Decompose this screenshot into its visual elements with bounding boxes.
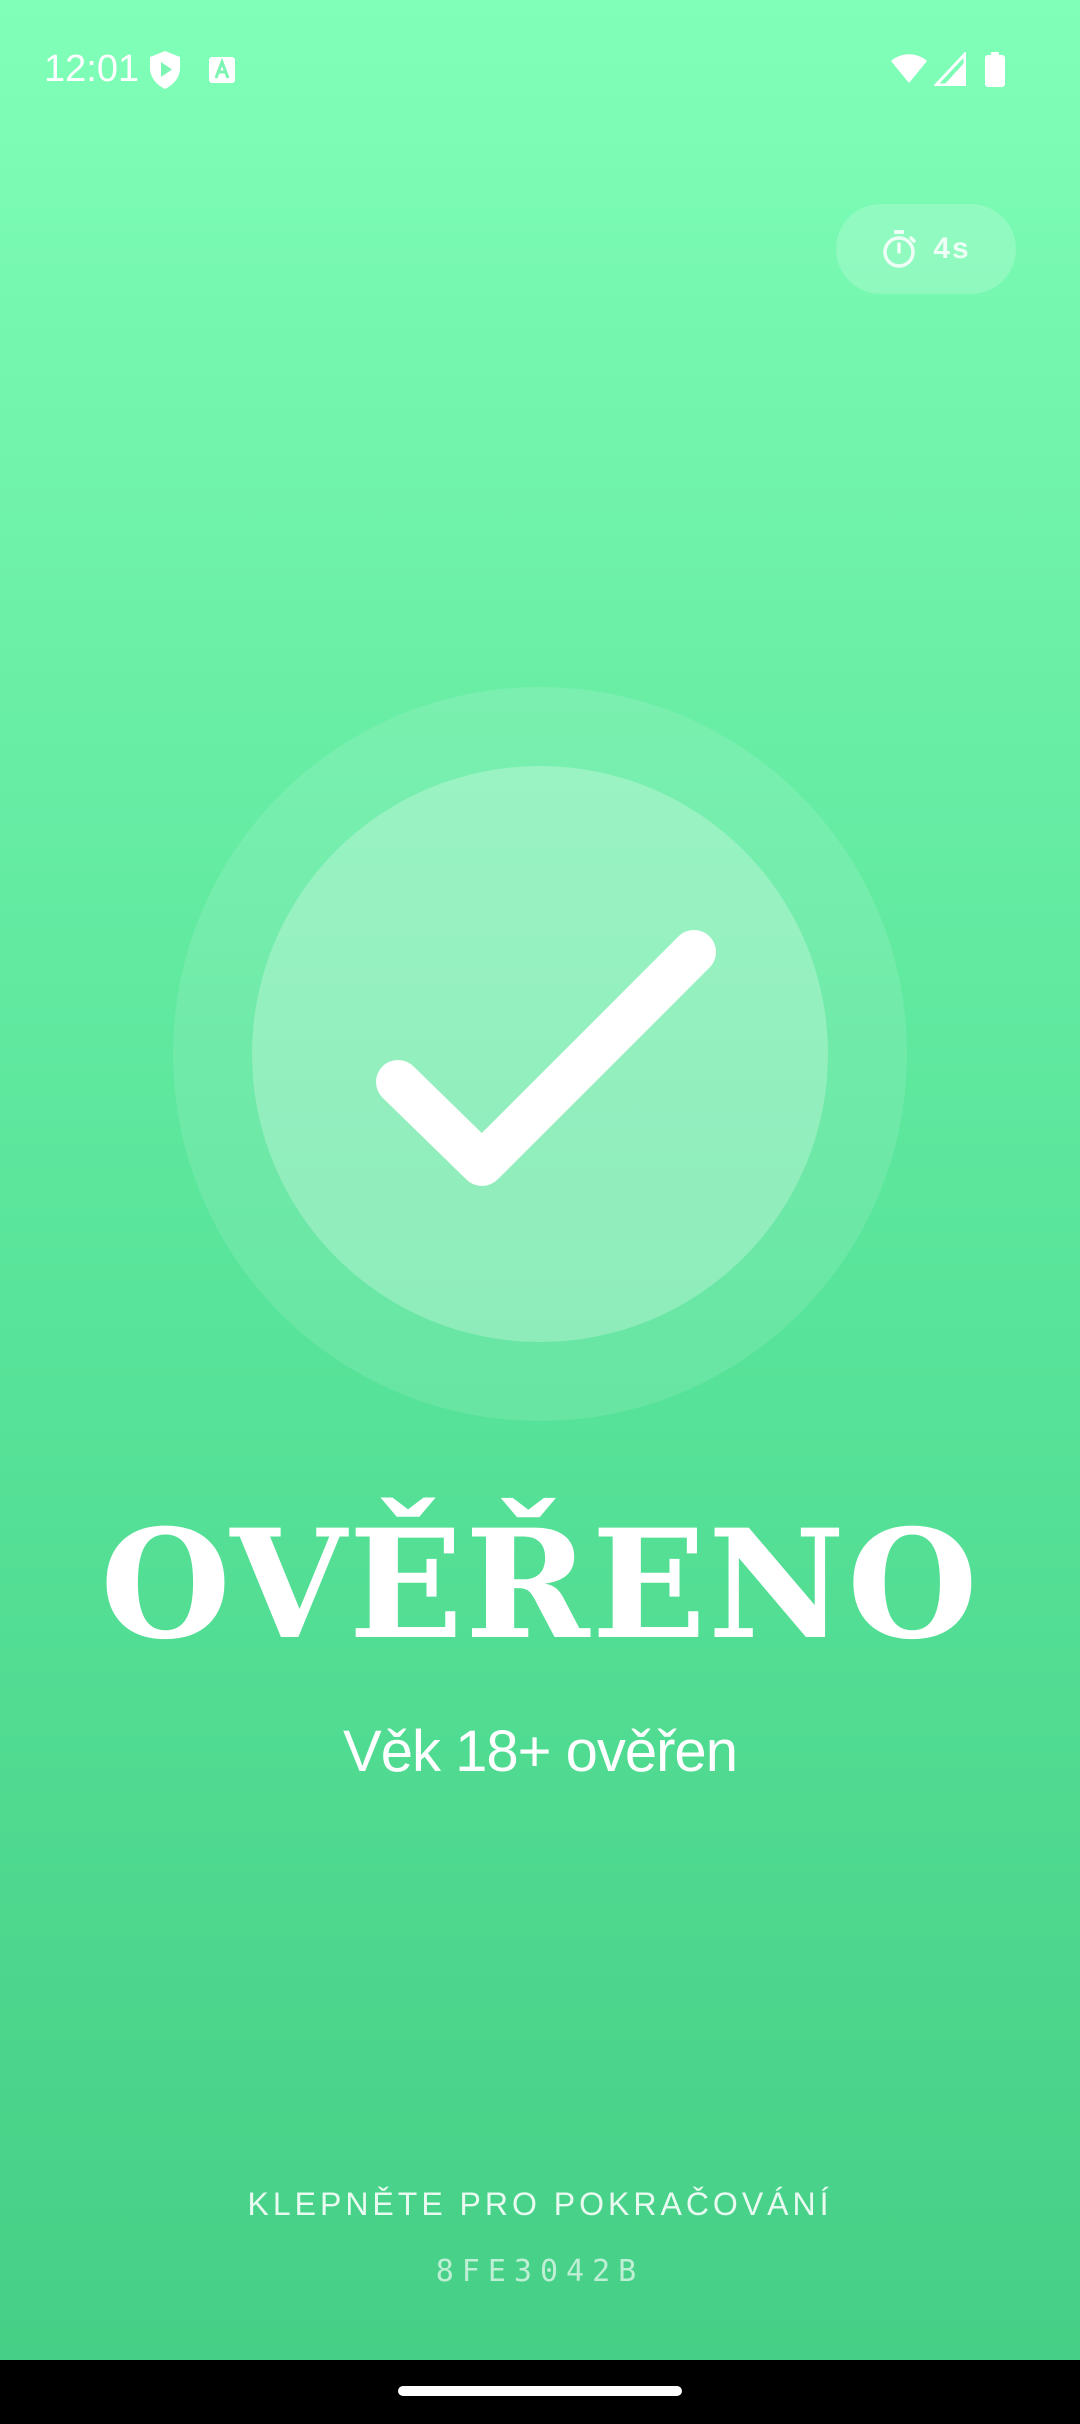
wifi-icon	[891, 54, 927, 83]
timer-label: 4s	[933, 232, 971, 265]
verified-badge-inner	[252, 766, 828, 1342]
stopwatch-icon	[883, 230, 917, 268]
shield-play-icon	[150, 51, 180, 89]
navigation-bar	[0, 2360, 1080, 2424]
checkmark-icon	[376, 930, 716, 1186]
verified-badge	[173, 687, 907, 1421]
status-time: 12:01	[44, 48, 140, 90]
verified-title: OVĚŘENO	[100, 1497, 980, 1673]
text-a-icon	[209, 57, 235, 83]
age-verified-subtitle: Věk 18+ ověřen	[343, 1719, 738, 1784]
countdown-timer: 4s	[836, 204, 1016, 294]
home-gesture-handle[interactable]	[398, 2386, 682, 2396]
signal-icon	[934, 52, 966, 86]
verification-code: 8FE3042B	[435, 2254, 645, 2289]
verification-result-screen[interactable]: 12:01 4s OVĚŘENO Věk 18+ ověřen KLEPNĚTE…	[0, 0, 1080, 2360]
tap-to-continue-hint: KLEPNĚTE PRO POKRAČOVÁNÍ	[247, 2186, 833, 2222]
battery-icon	[985, 52, 1005, 87]
status-bar: 12:01	[0, 0, 1080, 140]
